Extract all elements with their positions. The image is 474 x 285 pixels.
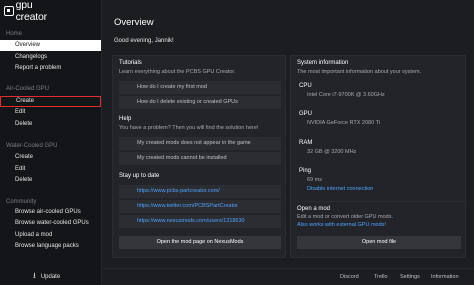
page-title: Overview bbox=[114, 17, 154, 28]
sidebar-item-air-edit[interactable]: Edit bbox=[0, 107, 101, 118]
footer-trello[interactable]: Trello bbox=[374, 274, 388, 280]
help-subtitle: You have a problem? Then you will find t… bbox=[119, 125, 259, 131]
cpu-value: Intel Core i7-9700K @ 3.60GHz bbox=[307, 92, 385, 98]
open-mod-title: Open a mod bbox=[297, 206, 331, 212]
divider bbox=[297, 201, 467, 202]
info-panel-left: Tutorials Learn everything about the PCB… bbox=[112, 55, 286, 258]
info-panel-right: System information The most important in… bbox=[290, 55, 467, 258]
cpu-label: CPU bbox=[299, 83, 312, 89]
open-nexusmods-button[interactable]: Open the mod page on NexusMods bbox=[119, 236, 281, 249]
gpu-label: GPU bbox=[299, 111, 313, 117]
update-button[interactable]: ⭳ Update bbox=[0, 268, 101, 285]
update-label: Update bbox=[40, 273, 61, 280]
sidebar-item-overview[interactable]: Overview bbox=[0, 40, 101, 51]
link-twitter[interactable]: https://www.twitter.com/PCBSPartCreator bbox=[119, 200, 281, 213]
footer-discord[interactable]: Discord bbox=[340, 274, 359, 280]
greeting-text: Good evening, Jannik! bbox=[114, 38, 174, 44]
tutorial-item-first-mod[interactable]: How do I create my first mod bbox=[119, 81, 281, 94]
footer-settings[interactable]: Settings bbox=[400, 274, 420, 280]
ram-value: 32 GB @ 3200 MHz bbox=[307, 149, 357, 155]
open-mod-subtitle: Edit a mod or convert older GPU mods. bbox=[297, 214, 393, 220]
ping-label: Ping bbox=[299, 168, 312, 174]
ram-label: RAM bbox=[299, 140, 313, 146]
sidebar-section-home: Home bbox=[6, 31, 23, 37]
sidebar-section-air-cooled: Air-Cooled GPU bbox=[6, 86, 50, 92]
help-item-not-appear[interactable]: My created mods does not appear in the g… bbox=[119, 137, 281, 150]
app-logo-text: gpu creator bbox=[15, 0, 47, 23]
footer-information[interactable]: Information bbox=[431, 274, 459, 280]
system-info-subtitle: The most important information about you… bbox=[297, 69, 422, 75]
sidebar-item-water-create[interactable]: Create bbox=[0, 152, 101, 163]
sidebar-item-language-packs[interactable]: Browse language packs bbox=[0, 241, 101, 252]
sidebar-item-air-create[interactable]: Create bbox=[0, 96, 101, 107]
download-icon: ⭳ bbox=[33, 270, 36, 280]
tutorials-title: Tutorials bbox=[119, 60, 142, 66]
sidebar-item-water-edit[interactable]: Edit bbox=[0, 164, 101, 175]
sidebar-item-water-delete[interactable]: Delete bbox=[0, 175, 101, 186]
open-mod-file-button[interactable]: Open mod file bbox=[297, 236, 461, 249]
tutorials-subtitle: Learn everything about the PCBS GPU Crea… bbox=[119, 69, 236, 75]
link-nexusmods[interactable]: https://www.nexusmods.com/users/1318630 bbox=[119, 215, 281, 228]
main-content: Overview Good evening, Jannik! Tutorials… bbox=[102, 0, 474, 285]
sidebar-section-community: Community bbox=[6, 199, 37, 205]
external-mods-link[interactable]: Also works with external GPU mods! bbox=[297, 222, 386, 228]
gpu-chip-icon bbox=[4, 6, 14, 16]
tutorial-item-delete-gpus[interactable]: How do I delete existing or created GPUs bbox=[119, 96, 281, 109]
sidebar-item-browse-water[interactable]: Browse water-cooled GPUs bbox=[0, 218, 101, 229]
sidebar-item-changelogs[interactable]: Changelogs bbox=[0, 52, 101, 63]
sidebar-item-upload-mod[interactable]: Upload a mod bbox=[0, 230, 101, 241]
sidebar: gpu creator Home Overview Changelogs Rep… bbox=[0, 0, 102, 285]
help-item-cannot-install[interactable]: My created mods cannot be installed bbox=[119, 152, 281, 165]
footer-bar: Discord Trello Settings Information bbox=[102, 268, 474, 285]
help-title: Help bbox=[119, 116, 132, 122]
ping-value: 69 ms bbox=[307, 177, 322, 183]
disable-internet-link[interactable]: Disable internet connection bbox=[307, 186, 373, 192]
sidebar-item-browse-air[interactable]: Browse air-cooled GPUs bbox=[0, 207, 101, 218]
sidebar-item-air-delete[interactable]: Delete bbox=[0, 119, 101, 130]
gpu-value: NVIDIA GeForce RTX 2080 Ti bbox=[307, 120, 380, 126]
link-website[interactable]: https://www.pcbs-partcreator.com/ bbox=[119, 185, 281, 198]
app-logo: gpu creator bbox=[4, 0, 64, 23]
sidebar-item-report-problem[interactable]: Report a problem bbox=[0, 63, 101, 74]
stay-up-title: Stay up to date bbox=[119, 173, 160, 179]
sidebar-section-water-cooled: Water-Cooled GPU bbox=[6, 143, 58, 149]
system-info-title: System information bbox=[297, 60, 349, 66]
